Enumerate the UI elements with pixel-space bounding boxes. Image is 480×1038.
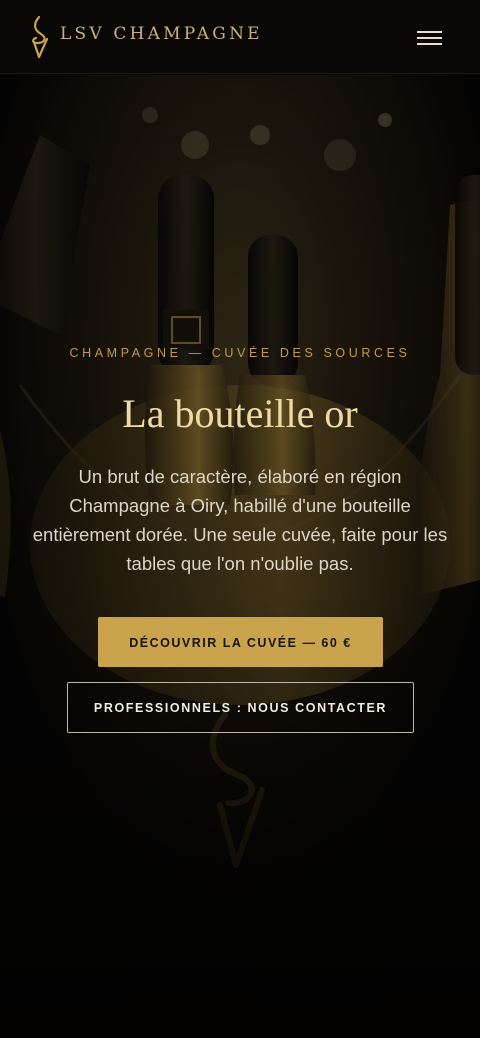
discover-cuvee-button[interactable]: DÉCOUVRIR LA CUVÉE — 60 € [98, 617, 383, 667]
menu-button[interactable] [411, 24, 449, 52]
page: LSV CHAMPAGNE CHAMPAGNE — CUVÉE DES SOUR… [0, 0, 480, 1038]
hero-eyebrow: CHAMPAGNE — CUVÉE DES SOURCES [69, 346, 411, 360]
brand-name[interactable]: LSV CHAMPAGNE [60, 24, 263, 44]
hero-description: Un brut de caractère, élaboré en région … [32, 466, 448, 574]
hamburger-menu-icon [417, 31, 442, 33]
hamburger-line [417, 37, 442, 39]
hero-title: La bouteille or [122, 391, 358, 436]
lsv-monogram-icon[interactable] [26, 15, 52, 59]
professionals-contact-button[interactable]: PROFESSIONNELS : NOUS CONTACTER [67, 682, 414, 733]
hamburger-line [417, 43, 442, 45]
site-header: LSV CHAMPAGNE [0, 0, 480, 74]
